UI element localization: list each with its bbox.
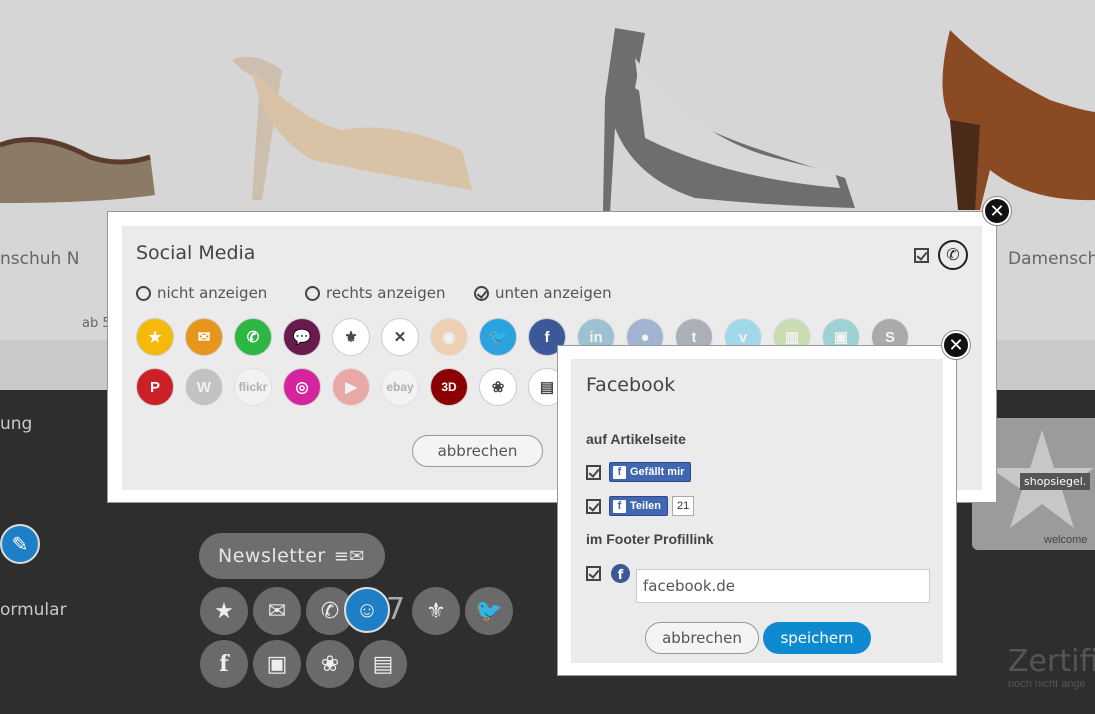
phone-icon[interactable]: ✆ (938, 240, 968, 270)
like-label: Gefällt mir (630, 466, 685, 478)
product-name-1[interactable]: nschuh N (0, 249, 79, 269)
xing-icon[interactable]: ✕ (381, 318, 419, 356)
3d-icon[interactable]: 3D (430, 368, 468, 406)
pinterest-icon[interactable]: P (136, 368, 174, 406)
seal-label: shopsiegel. (1020, 473, 1091, 490)
close-facebook-dialog-icon[interactable]: ✕ (942, 331, 970, 359)
option-right[interactable]: rechts anzeigen (305, 284, 446, 302)
section-article: auf Artikelseite (586, 431, 686, 447)
radio-label: nicht anzeigen (157, 284, 268, 302)
facebook-panel: Facebook auf Artikelseite f Gefällt mir … (571, 359, 943, 663)
footer-elephant-icon[interactable]: ▣ (253, 640, 301, 688)
chat-icon[interactable]: 💬 (283, 318, 321, 356)
envelope-icon: ≡✉ (333, 545, 365, 567)
certification-title: Zertifik (1008, 644, 1095, 679)
facebook-icon: f (613, 465, 626, 479)
facebook-icon: f (613, 499, 626, 513)
like-checkbox[interactable] (586, 464, 601, 480)
newsletter-button[interactable]: Newsletter ≡✉ (199, 533, 385, 579)
radio-nicht-anzeigen[interactable] (136, 285, 151, 301)
whatsapp-icon[interactable]: ✆ (234, 318, 272, 356)
seal-welcome: welcome (1044, 534, 1088, 546)
like-button[interactable]: f Gefällt mir (609, 462, 692, 482)
ebay-icon[interactable]: ebay (381, 368, 419, 406)
option-hide[interactable]: nicht anzeigen (136, 284, 267, 302)
rss-icon[interactable]: ◉ (430, 318, 468, 356)
cancel-button[interactable]: abbrechen (645, 622, 759, 654)
star-icon[interactable]: ★ (136, 318, 174, 356)
profile-row: f (586, 564, 630, 583)
fleur-de-lis-icon[interactable]: ⚜ (332, 318, 370, 356)
radio-unten-anzeigen[interactable] (474, 285, 489, 301)
footer-lotus-icon[interactable]: ❀ (306, 640, 354, 688)
footer-envelope-icon[interactable]: ✉ (253, 587, 301, 635)
share-label: Teilen (630, 500, 661, 512)
radio-rechts-anzeigen[interactable] (305, 285, 320, 301)
dialog-title: Facebook (586, 374, 676, 396)
newsletter-label: Newsletter (218, 545, 326, 567)
dialog-title: Social Media (136, 242, 256, 264)
profile-link-input[interactable] (636, 569, 930, 603)
product-name-2[interactable]: Damensch (1008, 249, 1095, 269)
wordpress-icon[interactable]: W (185, 368, 223, 406)
share-checkbox[interactable] (586, 498, 601, 514)
footer-twitter-icon[interactable]: 🐦 (465, 587, 513, 635)
cancel-button[interactable]: abbrechen (412, 435, 543, 467)
shoe-image-3[interactable] (575, 28, 865, 213)
radio-label: unten anzeigen (495, 284, 612, 302)
certification-subtitle: noch nicht ange (1008, 678, 1086, 690)
shoe-image-2[interactable] (222, 50, 482, 210)
footer-newspaper-icon[interactable]: ▤ (359, 640, 407, 688)
youtube-icon[interactable]: ▶ (332, 368, 370, 406)
share-count: 21 (671, 496, 695, 516)
facebook-circle-icon: f (611, 564, 630, 583)
share-row: f Teilen 21 (586, 496, 695, 516)
lotus-icon[interactable]: ❀ (479, 368, 517, 406)
footer-star-icon[interactable]: ★ (200, 587, 248, 635)
twitter-icon[interactable]: 🐦 (479, 318, 517, 356)
header-checkbox[interactable] (914, 248, 929, 263)
option-bottom[interactable]: unten anzeigen (474, 284, 612, 302)
footer-badge: 7 (386, 592, 406, 627)
footer-facebook-icon[interactable]: f (200, 640, 248, 688)
profile-checkbox[interactable] (586, 566, 601, 581)
footer-fleur-de-lis-icon[interactable]: ⚜ (412, 587, 460, 635)
shoe-image-4[interactable] (930, 30, 1095, 210)
mail-icon[interactable]: ✉ (185, 318, 223, 356)
facebook-dialog: Facebook auf Artikelseite f Gefällt mir … (557, 345, 957, 676)
save-button[interactable]: speichern (763, 622, 871, 654)
shoe-image-1[interactable] (0, 85, 160, 205)
flickr-icon[interactable]: flickr (234, 368, 272, 406)
pencil-icon[interactable]: ✎ (0, 524, 40, 564)
like-row: f Gefällt mir (586, 462, 692, 482)
close-social-dialog-icon[interactable]: ✕ (983, 197, 1011, 225)
footer-link-1[interactable]: ung (0, 414, 32, 434)
share-button[interactable]: f Teilen (609, 496, 668, 516)
section-footer: im Footer Profillink (586, 531, 714, 547)
radio-label: rechts anzeigen (326, 284, 446, 302)
footer-community-icon[interactable]: ☺ (344, 587, 390, 633)
footer-link-2[interactable]: ormular (0, 600, 67, 620)
instagram-icon[interactable]: ◎ (283, 368, 321, 406)
